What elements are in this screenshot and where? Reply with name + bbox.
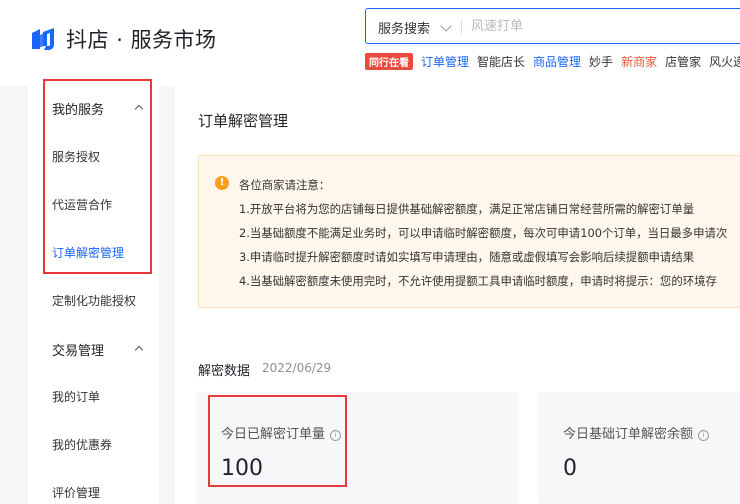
info-icon[interactable]: i: [698, 430, 710, 441]
chevron-down-icon[interactable]: [440, 20, 452, 32]
brand-subtitle: 服务市场: [130, 28, 217, 52]
doudian-logo-icon: [32, 28, 54, 50]
hot-link-fenghuodi[interactable]: 风火递: [709, 53, 740, 70]
hot-link-smart-manager[interactable]: 智能店长: [477, 53, 525, 70]
stat-card-label: 今日基础订单解密余额 i: [563, 423, 710, 442]
notice-line: 2.当基础额度不能满足业务时，可以申请临时解密额度，每次可申请100个订单，当日…: [239, 226, 728, 240]
sidebar-group-trade-management[interactable]: 交易管理: [52, 340, 104, 359]
notice-panel: ! 各位商家请注意： 1.开放平台将为您的店铺每日提供基础解密额度，满足正常店铺…: [198, 155, 740, 308]
hot-badge: 同行在看: [365, 53, 413, 70]
stats-section-title: 解密数据: [198, 364, 251, 379]
stat-card-value: 0: [563, 456, 577, 481]
brand-logo[interactable]: 抖店 · 服务市场: [28, 24, 217, 54]
hot-link-new-merchant[interactable]: 新商家: [621, 53, 657, 70]
brand-name: 抖店: [66, 28, 109, 52]
hot-link-product-management[interactable]: 商品管理: [533, 53, 581, 70]
brand-title: 抖店 · 服务市场: [66, 24, 217, 54]
sidebar-item-my-orders[interactable]: 我的订单: [52, 388, 100, 405]
page-title: 订单解密管理: [198, 112, 289, 130]
notice-line: 1.开放平台将为您的店铺每日提供基础解密额度，满足正常店铺日常经营所需的解密订单…: [239, 202, 695, 216]
chevron-up-icon[interactable]: [134, 345, 144, 355]
search-divider: [461, 19, 462, 34]
stats-date: 2022/06/29: [262, 361, 332, 375]
notice-heading: 各位商家请注意：: [239, 178, 331, 192]
hot-links: 同行在看 订单管理 智能店长 商品管理 妙手 新商家 店管家 风火递: [365, 53, 740, 70]
highlight-box-sidebar: [43, 79, 152, 274]
search-type-select[interactable]: 服务搜索: [378, 18, 430, 37]
sidebar-item-custom-feature-authorization[interactable]: 定制化功能授权: [52, 292, 136, 309]
stat-card-base-balance: 今日基础订单解密余额 i 0: [538, 392, 740, 504]
top-bar: 抖店 · 服务市场 服务搜索 同行在看 订单管理 智能店长 商品管理 妙手 新商…: [0, 0, 740, 86]
highlight-box-stat: [208, 395, 347, 487]
notice-line: 4.当基础解密额度未使用完时，不允许使用提额工具申请临时额度，申请时将提示：您的…: [239, 274, 717, 288]
brand-separator: ·: [116, 28, 124, 52]
notice-line: 3.申请临时提升解密额度时请如实填写申请理由，随意或虚假填写会影响后续提额申请结…: [239, 250, 695, 264]
hot-link-dianguanjia[interactable]: 店管家: [665, 53, 701, 70]
sidebar-item-my-coupons[interactable]: 我的优惠券: [52, 436, 112, 453]
search-box: 服务搜索: [365, 8, 740, 44]
warning-icon: !: [215, 176, 229, 190]
search-input[interactable]: [471, 15, 740, 37]
hot-link-order-management[interactable]: 订单管理: [421, 53, 469, 70]
hot-link-miaoshou[interactable]: 妙手: [589, 53, 613, 70]
stat-label-text: 今日基础订单解密余额: [563, 427, 694, 442]
sidebar-item-review-management[interactable]: 评价管理: [52, 484, 100, 501]
